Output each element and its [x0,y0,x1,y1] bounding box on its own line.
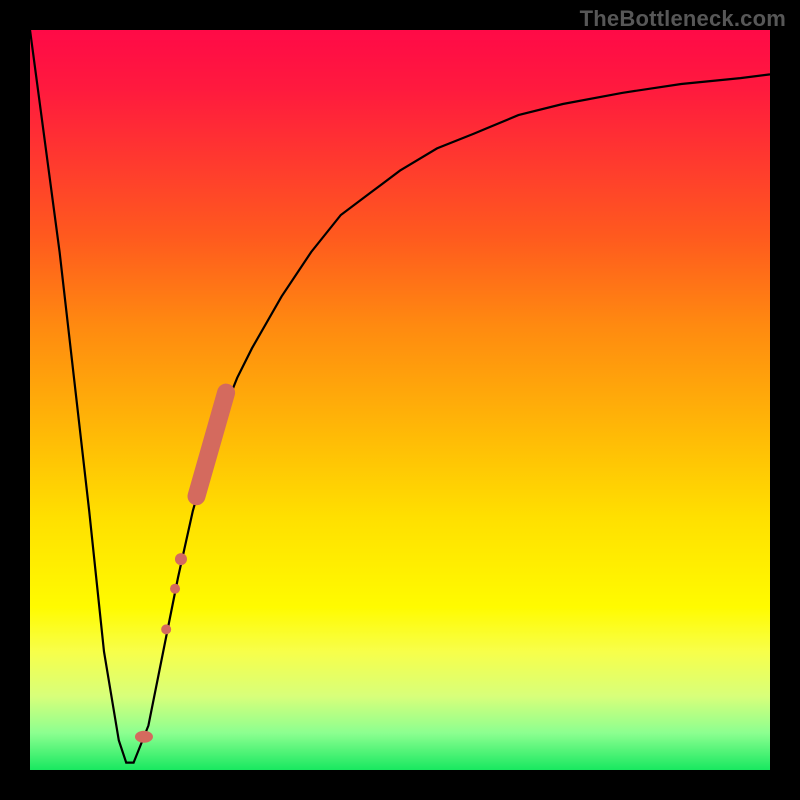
marker-pill [197,393,227,497]
chart-frame: TheBottleneck.com [0,0,800,800]
watermark-text: TheBottleneck.com [580,6,786,32]
marker-dot-0 [175,553,187,565]
marker-dot-2 [161,624,171,634]
bottleneck-curve [30,30,770,763]
chart-svg [30,30,770,770]
marker-dot-3 [135,731,153,743]
marker-dot-1 [170,584,180,594]
